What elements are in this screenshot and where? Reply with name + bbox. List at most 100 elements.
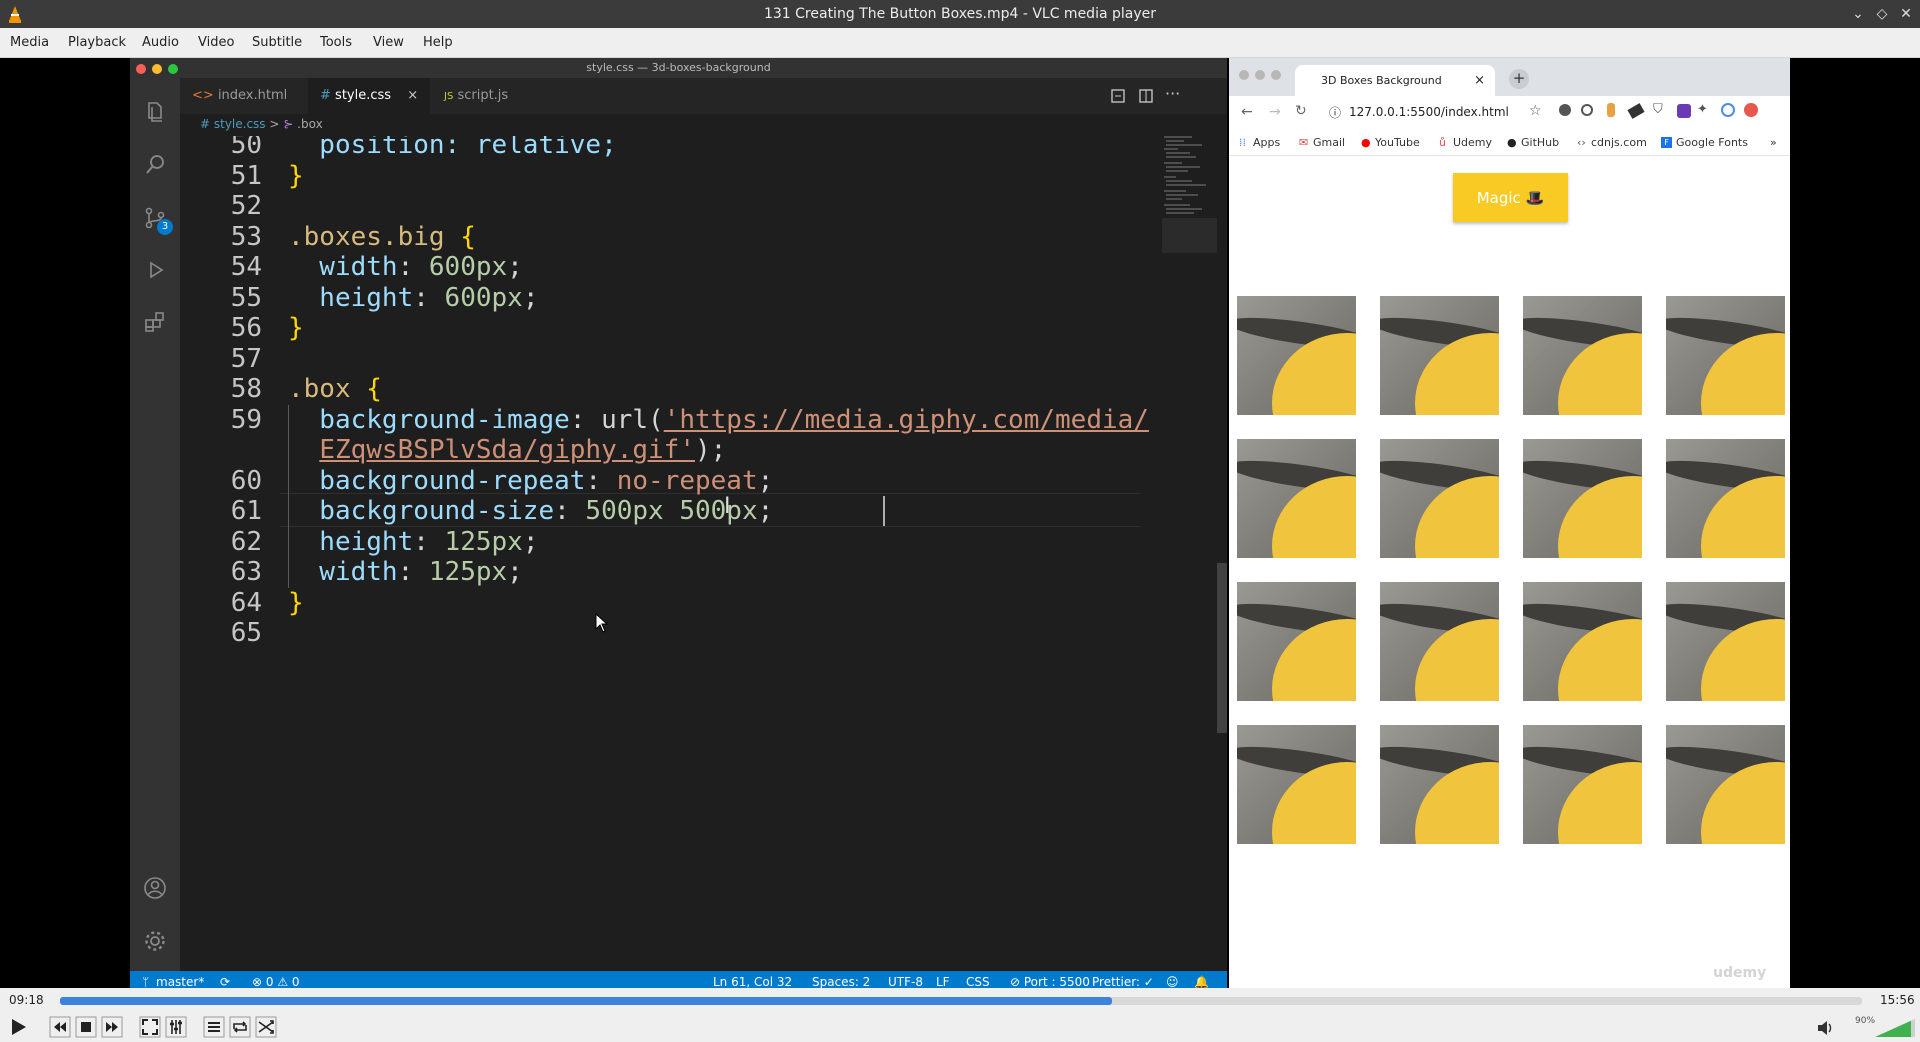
video-area[interactable]: style.css — 3d-boxes-background 3 <> ind… [0, 58, 1920, 993]
stop-button[interactable] [74, 1015, 98, 1039]
live-server-port[interactable]: ⊘ Port : 5500 [1010, 975, 1090, 989]
chrome-update-icon[interactable] [1744, 103, 1758, 117]
next-button[interactable] [100, 1015, 124, 1039]
play-button[interactable] [6, 1015, 30, 1039]
feedback-icon[interactable]: ☺ [1166, 975, 1179, 989]
close-icon[interactable]: ✕ [1896, 4, 1916, 24]
breadcrumb-file[interactable]: # style.css [200, 117, 266, 131]
minimize-icon[interactable]: ⌄ [1848, 4, 1868, 24]
box-image-yellow [1272, 762, 1356, 844]
extension-icon[interactable] [1607, 103, 1615, 117]
menu-media[interactable]: Media [10, 35, 49, 50]
encoding[interactable]: UTF-8 [888, 975, 923, 989]
seek-bar[interactable] [60, 997, 1862, 1005]
bookmark-google-fonts[interactable]: Google Fonts [1676, 136, 1748, 149]
volume-icon[interactable] [1816, 1019, 1834, 1037]
notifications-icon[interactable]: 🔔 [1194, 975, 1209, 989]
fullscreen-button[interactable] [138, 1015, 162, 1039]
tab-close-icon[interactable]: × [407, 88, 418, 103]
code-token: : [397, 557, 429, 587]
box-image-yellow [1272, 333, 1356, 415]
back-icon[interactable]: ← [1241, 104, 1253, 120]
previous-button[interactable] [48, 1015, 72, 1039]
restore-icon[interactable]: ◇ [1872, 4, 1892, 24]
loop-icon [229, 1016, 251, 1038]
magic-button[interactable]: Magic 🎩 [1453, 173, 1568, 222]
problems-indicator[interactable]: ⊗ 0 ⚠ 0 [252, 975, 300, 989]
bookmark-star-icon[interactable]: ☆ [1529, 103, 1542, 119]
bookmark-github[interactable]: GitHub [1521, 136, 1559, 149]
bookmark-udemy[interactable]: Udemy [1453, 136, 1492, 149]
menu-subtitle[interactable]: Subtitle [252, 35, 302, 50]
menu-playback[interactable]: Playback [68, 35, 126, 50]
address-bar[interactable]: ⓘ 127.0.0.1:5500/index.html [1327, 101, 1527, 125]
menu-audio[interactable]: Audio [142, 35, 179, 50]
extension-icon[interactable] [1581, 104, 1593, 116]
window-title: 131 Creating The Button Boxes.mp4 - VLC … [763, 6, 1156, 22]
playlist-button[interactable] [202, 1015, 226, 1039]
browser-tab-close-icon[interactable]: × [1474, 73, 1485, 88]
reload-icon[interactable]: ↻ [1295, 103, 1307, 119]
code-editor[interactable]: 50 position: relative; 51} 52 53 .boxes.big … [180, 136, 1180, 971]
bookmark-cdnjs[interactable]: cdnjs.com [1591, 136, 1647, 149]
menu-help[interactable]: Help [423, 35, 453, 50]
menu-view[interactable]: View [373, 35, 404, 50]
extension-icon[interactable] [1627, 103, 1645, 119]
browser-tab-strip: 3D Boxes Background × + [1229, 58, 1790, 96]
bookmark-youtube[interactable]: YouTube [1375, 136, 1420, 149]
code-token: : [413, 526, 445, 557]
git-branch[interactable]: master* [156, 975, 204, 989]
code-token: position: relative; [288, 136, 617, 160]
bookmark-apps[interactable]: Apps [1253, 136, 1280, 149]
compare-changes-icon[interactable] [1110, 88, 1126, 104]
split-editor-icon[interactable] [1138, 88, 1154, 104]
tab-index-html[interactable]: <> index.html [180, 78, 308, 114]
sync-icon[interactable]: ⟳ [220, 975, 230, 989]
browser-tab[interactable]: 3D Boxes Background × [1295, 65, 1495, 96]
code-token: width [288, 557, 398, 587]
minimap[interactable] [1162, 133, 1217, 253]
code-text: } [288, 588, 304, 618]
menu-tools[interactable]: Tools [320, 35, 352, 50]
site-info-icon[interactable]: ⓘ [1329, 104, 1341, 121]
cursor-position[interactable]: Ln 61, Col 32 [713, 975, 792, 989]
more-bookmarks-icon[interactable]: » [1770, 136, 1777, 149]
more-actions-icon[interactable]: ··· [1165, 84, 1180, 103]
shuffle-button[interactable] [254, 1015, 278, 1039]
forward-icon[interactable]: → [1269, 104, 1281, 120]
extensions-icon [145, 312, 164, 332]
extensions-puzzle-icon[interactable]: ✦ [1697, 102, 1708, 117]
editor-scrollbar[interactable] [1217, 563, 1227, 733]
profile-avatar-icon[interactable] [1721, 103, 1735, 117]
extension-icon[interactable]: ⛉ [1653, 102, 1663, 117]
vscode-close-dot [136, 64, 146, 74]
prettier-status[interactable]: Prettier: ✓ [1092, 975, 1154, 989]
code-text: } [288, 161, 304, 191]
tab-script-js[interactable]: JS script.js [430, 78, 552, 114]
tab-style-css[interactable]: # style.css × [308, 78, 430, 114]
box-image-yellow [1701, 762, 1785, 844]
end-of-line[interactable]: LF [936, 975, 950, 989]
extension-icon[interactable] [1559, 104, 1571, 116]
line-number: 59 [230, 404, 262, 435]
extended-settings-button[interactable] [164, 1015, 188, 1039]
code-text: EZqwsBSPlvSda/giphy.gif'); [288, 435, 726, 465]
code-line[interactable]: 65 [180, 618, 1140, 655]
language-mode[interactable]: CSS [966, 975, 990, 989]
extension-icon[interactable] [1677, 104, 1691, 118]
youtube-icon: ● [1361, 136, 1371, 149]
new-tab-button[interactable]: + [1509, 69, 1529, 89]
box [1523, 725, 1642, 844]
vscode-title: style.css — 3d-boxes-background [130, 58, 1227, 78]
indentation[interactable]: Spaces: 2 [812, 975, 870, 989]
volume-slider[interactable] [1875, 1019, 1915, 1037]
breadcrumb-symbol[interactable]: .box [297, 117, 323, 131]
menu-video[interactable]: Video [198, 35, 234, 50]
code-token: ); [695, 435, 727, 465]
line-number: 50 [230, 136, 262, 160]
box [1237, 439, 1356, 558]
loop-button[interactable] [228, 1015, 252, 1039]
bookmark-gmail[interactable]: Gmail [1313, 136, 1345, 149]
tab-label: index.html [217, 88, 288, 103]
bookmarks-bar: ⁞⁞ Apps ✉ Gmail ● YouTube ů Udemy ● GitH… [1229, 130, 1790, 156]
